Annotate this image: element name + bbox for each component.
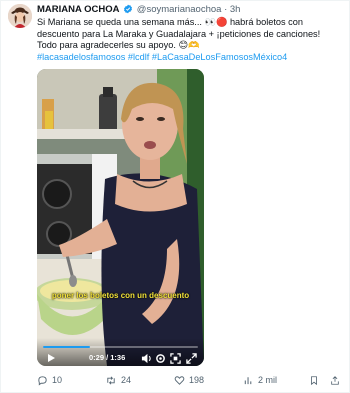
bookmark-icon xyxy=(311,375,317,385)
video-timecode: 0:29 / 1:36 xyxy=(89,353,126,362)
repost-count: 24 xyxy=(121,375,132,385)
video-frame xyxy=(37,69,204,366)
video-caption: poner los boletos con un descuento xyxy=(51,291,190,300)
views-button[interactable]: 2 mil xyxy=(243,373,277,387)
tweet-header: MARIANA OCHOA @soymarianaochoa · 3h xyxy=(37,4,240,18)
tweet-time[interactable]: 3h xyxy=(230,4,241,15)
separator-dot: · xyxy=(224,4,228,15)
reply-count: 10 xyxy=(52,375,63,385)
avatar[interactable] xyxy=(8,4,32,28)
avatar-image xyxy=(8,4,32,28)
tweet-actions: 10 24 198 2 mil xyxy=(37,373,343,387)
repost-button[interactable]: 24 xyxy=(105,373,131,387)
author-handle[interactable]: @soymarianaochoa xyxy=(137,4,222,15)
tweet-text: Si Mariana se queda una semana más... 👀🔴… xyxy=(37,17,321,51)
tweet-text-block: Si Mariana se queda una semana más... 👀🔴… xyxy=(37,17,337,64)
share-button[interactable] xyxy=(330,373,340,387)
share-icon xyxy=(331,375,339,385)
author-name[interactable]: MARIANA OCHOA xyxy=(37,4,120,15)
like-count: 198 xyxy=(189,375,205,385)
video-progress-fill xyxy=(43,346,90,348)
video-player[interactable]: poner los boletos con un descuento 0:29 … xyxy=(37,69,204,366)
tweet-card[interactable]: MARIANA OCHOA @soymarianaochoa · 3h Si M… xyxy=(0,0,350,393)
repost-icon xyxy=(107,376,115,384)
like-icon xyxy=(174,375,185,385)
views-count: 2 mil xyxy=(258,375,278,385)
expand-icon[interactable] xyxy=(185,352,197,364)
tweet-hashtags[interactable]: #lacasadelosfamosos #lcdlf #LaCasaDeLosF… xyxy=(37,52,337,64)
reply-button[interactable]: 10 xyxy=(37,373,62,387)
bookmark-button[interactable] xyxy=(309,373,319,387)
volume-icon[interactable] xyxy=(140,352,152,364)
play-icon[interactable] xyxy=(45,352,57,364)
like-button[interactable]: 198 xyxy=(174,373,204,387)
video-progress-bar[interactable] xyxy=(43,346,198,348)
verified-icon xyxy=(123,4,133,18)
reply-icon xyxy=(38,375,47,386)
fullscreen-icon[interactable] xyxy=(169,352,181,364)
views-icon xyxy=(244,376,252,384)
video-controls: 0:29 / 1:36 xyxy=(37,338,204,366)
settings-icon[interactable] xyxy=(154,352,166,364)
